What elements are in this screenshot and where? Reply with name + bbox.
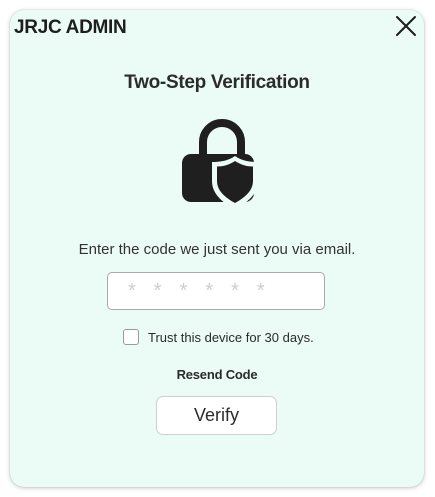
trust-device-checkbox[interactable]	[123, 329, 139, 345]
resend-code-link[interactable]: Resend Code	[177, 367, 258, 382]
lock-shield-icon	[182, 119, 258, 209]
close-icon	[396, 16, 416, 36]
verification-code-input[interactable]	[107, 272, 325, 310]
close-button[interactable]	[392, 12, 420, 40]
trust-device-label: Trust this device for 30 days.	[148, 329, 314, 345]
trust-device-option[interactable]: Trust this device for 30 days.	[123, 328, 314, 346]
dialog-title: Two-Step Verification	[124, 72, 310, 93]
instruction-text: Enter the code we just sent you via emai…	[78, 241, 356, 258]
app-brand: JRJC ADMIN	[14, 17, 127, 38]
resend-row: Resend Code	[10, 366, 424, 384]
verify-button[interactable]: Verify	[156, 396, 277, 435]
two-step-verification-dialog: JRJC ADMIN Two-Step Verification Enter t…	[10, 10, 424, 487]
